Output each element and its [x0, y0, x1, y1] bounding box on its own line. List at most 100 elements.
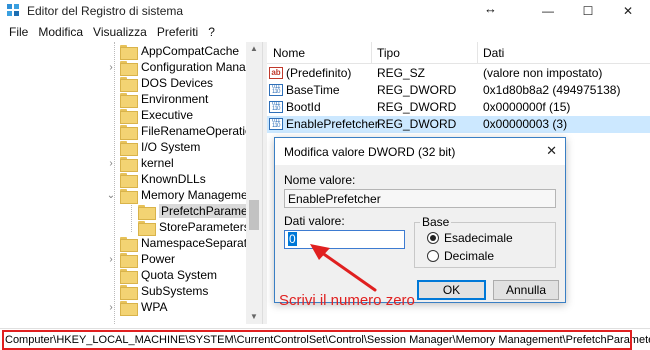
value-data-input[interactable]: 0 [284, 230, 405, 249]
tree-item[interactable]: NamespaceSeparation [106, 235, 262, 252]
chevron-right-icon[interactable]: › [106, 302, 116, 313]
menu-edit[interactable]: Modifica [33, 25, 88, 39]
tree-item-memory-management[interactable]: ⌄ Memory Management [106, 187, 258, 204]
list-row[interactable]: 011 110 BootId REG_DWORD 0x0000000f (15) [267, 99, 650, 116]
close-button[interactable]: ✕ [608, 0, 648, 22]
window-title: Editor del Registro di sistema [27, 4, 184, 18]
dialog-close-button[interactable]: ✕ [546, 143, 557, 159]
minimize-button[interactable]: — [528, 0, 568, 22]
value-type: REG_SZ [377, 66, 426, 80]
folder-icon [120, 124, 138, 140]
tree-item[interactable]: SubSystems [106, 283, 209, 300]
registry-editor-icon [7, 4, 19, 16]
ok-button[interactable]: OK [417, 280, 486, 300]
tree-item-label: NamespaceSeparation [141, 236, 262, 250]
menu-favorites[interactable]: Preferiti [152, 25, 203, 39]
chevron-down-icon[interactable]: ⌄ [106, 190, 116, 201]
dword-value-icon: 011 110 [269, 101, 283, 113]
tree-item-label: Environment [141, 92, 209, 106]
value-data: 0x00000003 (3) [483, 117, 568, 131]
column-header-type[interactable]: Tipo [377, 46, 400, 60]
tree-item-label: Power [141, 252, 176, 266]
value-data: 0x1d80b8a2 (494975138) [483, 83, 621, 97]
value-data: (valore non impostato) [483, 66, 603, 80]
scroll-down-icon[interactable]: ▼ [246, 312, 262, 321]
tree-item[interactable]: DOS Devices [106, 75, 214, 92]
column-header-data[interactable]: Dati [483, 46, 504, 60]
radio-hexadecimal[interactable]: Esadecimale [427, 231, 513, 245]
cancel-button[interactable]: Annulla [493, 280, 559, 300]
radio-unchecked-icon[interactable] [427, 250, 439, 262]
menu-file[interactable]: File [4, 25, 33, 39]
value-name-field: EnablePrefetcher [284, 189, 556, 208]
folder-icon [120, 60, 138, 76]
string-value-icon: ab [269, 67, 283, 79]
tree-item-label: kernel [141, 156, 174, 170]
registry-tree: AppCompatCache › Configuration Manage DOS… [0, 42, 262, 324]
tree-item[interactable]: Executive [106, 107, 193, 124]
scroll-up-icon[interactable]: ▲ [246, 44, 262, 53]
scrollbar-thumb[interactable] [249, 200, 259, 230]
tree-item-label: FileRenameOperations [141, 124, 262, 138]
list-row[interactable]: ab (Predefinito) REG_SZ (valore non impo… [267, 65, 650, 82]
folder-icon [120, 76, 138, 92]
status-bar: Computer\HKEY_LOCAL_MACHINE\SYSTEM\Curre… [0, 328, 650, 350]
dialog-title-bar: Modifica valore DWORD (32 bit) ✕ [275, 138, 565, 165]
edit-dword-dialog: Modifica valore DWORD (32 bit) ✕ Nome va… [274, 137, 566, 303]
radio-decimal[interactable]: Decimale [427, 249, 494, 263]
tree-item-label: Memory Management [141, 188, 258, 202]
tree-item[interactable]: Quota System [106, 267, 217, 284]
value-data-label: Dati valore: [284, 214, 345, 228]
value-name-label: Nome valore: [284, 173, 356, 187]
tree-item[interactable]: › WPA [106, 299, 168, 316]
tree-item[interactable]: › Power [106, 251, 176, 268]
tree-item[interactable]: AppCompatCache [106, 43, 239, 60]
radio-checked-icon[interactable] [427, 232, 439, 244]
tree-item[interactable]: › kernel [106, 155, 174, 172]
tree-scrollbar[interactable]: ▲ ▼ [246, 42, 262, 324]
list-row-enable-prefetcher[interactable]: 011 110 EnablePrefetcher REG_DWORD 0x000… [267, 116, 650, 133]
dword-value-icon: 011 110 [269, 118, 283, 130]
dialog-title: Modifica valore DWORD (32 bit) [284, 145, 456, 159]
tree-item[interactable]: › Configuration Manage [106, 59, 260, 76]
folder-icon [120, 268, 138, 284]
tree-item[interactable]: Environment [106, 91, 209, 108]
value-name: (Predefinito) [286, 66, 352, 80]
tree-item[interactable]: I/O System [106, 139, 201, 156]
tree-item-label: StoreParameters [159, 220, 250, 234]
dword-value-icon: 011 110 [269, 84, 283, 96]
chevron-right-icon[interactable]: › [106, 158, 116, 169]
tree-item-label: WPA [141, 300, 168, 314]
value-type: REG_DWORD [377, 100, 457, 114]
folder-icon [120, 284, 138, 300]
folder-icon [120, 172, 138, 188]
tree-item-label: SubSystems [141, 284, 209, 298]
column-separator[interactable] [371, 42, 372, 64]
annotation-text: Scrivi il numero zero [279, 292, 415, 309]
menu-bar: File Modifica Visualizza Preferiti ? [0, 22, 650, 42]
tree-item-label: DOS Devices [141, 76, 214, 90]
column-separator[interactable] [477, 42, 478, 64]
tree-item[interactable]: StoreParameters [124, 219, 250, 236]
maximize-button[interactable]: ☐ [568, 0, 608, 22]
column-header-name[interactable]: Nome [273, 46, 305, 60]
list-header: Nome Tipo Dati [267, 42, 650, 64]
menu-view[interactable]: Visualizza [88, 25, 152, 39]
tree-item[interactable]: FileRenameOperations [106, 123, 262, 140]
folder-icon [120, 300, 138, 316]
resize-cursor-icon: ↔ [484, 1, 497, 16]
folder-open-icon [120, 188, 138, 204]
folder-icon [120, 140, 138, 156]
base-label: Base [420, 215, 452, 229]
tree-item[interactable]: KnownDLLs [106, 171, 206, 188]
chevron-right-icon[interactable]: › [106, 62, 116, 73]
chevron-right-icon[interactable]: › [106, 254, 116, 265]
list-row[interactable]: 011 110 BaseTime REG_DWORD 0x1d80b8a2 (4… [267, 82, 650, 99]
folder-icon [120, 156, 138, 172]
value-data-text: 0 [288, 232, 297, 246]
menu-help[interactable]: ? [203, 25, 220, 39]
tree-item-prefetch-parameters[interactable]: PrefetchParameter [124, 203, 262, 220]
tree-item-label: I/O System [141, 140, 201, 154]
value-type: REG_DWORD [377, 83, 457, 97]
tree-item-label: Configuration Manage [141, 60, 260, 74]
